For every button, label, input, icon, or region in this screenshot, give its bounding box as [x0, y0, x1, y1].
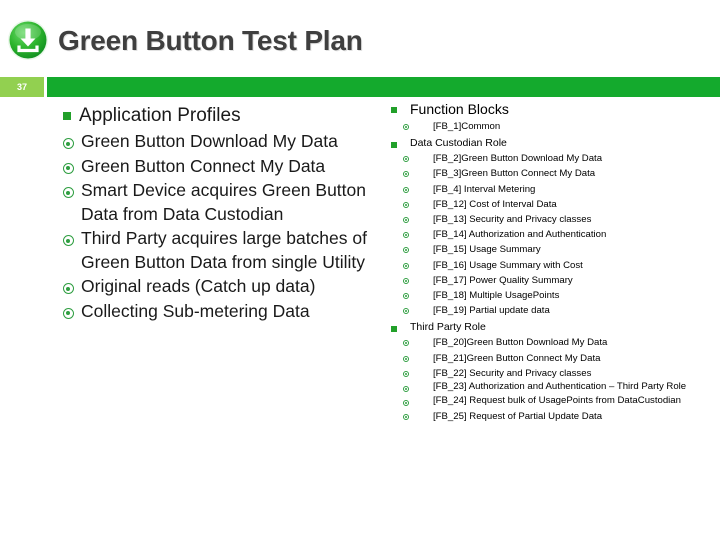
square-bullet-icon [55, 103, 79, 120]
square-bullet-icon [378, 320, 410, 333]
ring-bullet-icon [378, 182, 433, 193]
list-item: [FB_18] Multiple UsagePoints [378, 288, 720, 303]
group-title-label: Third Party Role [410, 321, 486, 334]
ring-bullet-icon [55, 227, 81, 246]
list-item-label: Green Button Connect My Data [81, 155, 326, 176]
slide-header: Green Button Test Plan [0, 0, 720, 77]
square-bullet-icon [378, 100, 410, 113]
ring-bullet-icon [378, 335, 433, 347]
ring-bullet-icon [55, 275, 81, 294]
list-item-label: [FB_17] Power Quality Summary [433, 274, 573, 286]
list-item: Green Button Download My Data [55, 130, 370, 154]
list-item: [FB_16] Usage Summary with Cost [378, 258, 720, 273]
ring-bullet-icon [378, 288, 433, 300]
list-item: Collecting Sub-metering Data [55, 300, 370, 324]
group-title-row: Third Party Role [378, 320, 720, 335]
list-item: Original reads (Catch up data) [55, 275, 370, 299]
right-heading-row: Function Blocks [378, 100, 720, 119]
ring-bullet-icon [55, 130, 81, 149]
list-item-label: [FB_3]Green Button Connect My Data [433, 168, 596, 180]
ring-bullet-icon [378, 303, 433, 315]
list-item-label: [FB_16] Usage Summary with Cost [433, 259, 583, 271]
slide-number: 37 [0, 77, 44, 97]
list-item-label: [FB_1]Common [433, 121, 501, 132]
list-item-label: [FB_15] Usage Summary [433, 244, 541, 256]
list-item-label: [FB_4] Interval Metering [433, 183, 536, 195]
list-item: [FB_2]Green Button Download My Data [378, 151, 720, 166]
ring-bullet-icon [378, 119, 433, 130]
list-item-label: Smart Device acquires Green Button Data … [81, 180, 366, 224]
list-item-label: [FB_23] Authorization and Authentication… [433, 381, 687, 393]
left-heading-label: Application Profiles [79, 105, 241, 126]
list-item: [FB_1]Common [378, 119, 720, 134]
list-item: [FB_4] Interval Metering [378, 182, 720, 197]
group-title-row: Data Custodian Role [378, 136, 720, 151]
list-item-label: [FB_18] Multiple UsagePoints [433, 290, 560, 302]
list-item-label: [FB_14] Authorization and Authentication [433, 229, 607, 241]
square-bullet-icon [378, 136, 410, 149]
page-title: Green Button Test Plan [58, 25, 363, 56]
list-item: Smart Device acquires Green Button Data … [55, 179, 370, 226]
right-heading-label: Function Blocks [410, 101, 509, 117]
list-item-label: [FB_20]Green Button Download My Data [433, 337, 608, 349]
list-item-label: Collecting Sub-metering Data [81, 300, 310, 321]
list-item-label: [FB_24] Request bulk of UsagePoints from… [433, 395, 681, 407]
ring-bullet-icon [378, 212, 433, 224]
function-blocks-section: Function Blocks [FB_1]Common Data Custod… [378, 100, 720, 424]
group-title-label: Data Custodian Role [410, 137, 507, 150]
list-item-label: [FB_19] Partial update data [433, 305, 550, 317]
list-item: [FB_21]Green Button Connect My Data [378, 351, 720, 366]
list-item-label: [FB_22] Security and Privacy classes [433, 367, 592, 379]
ring-bullet-icon [378, 273, 433, 284]
list-item-label: [FB_12] Cost of Interval Data [433, 198, 557, 210]
ring-bullet-icon [378, 166, 433, 178]
ring-bullet-icon [378, 242, 433, 254]
slide-number-bar: 37 [0, 77, 720, 97]
green-button-download-icon [7, 19, 49, 61]
list-item-label: Original reads (Catch up data) [81, 276, 316, 296]
ring-bullet-icon [378, 366, 433, 377]
list-item: [FB_20]Green Button Download My Data [378, 335, 720, 350]
list-item-label: Green Button Download My Data [81, 131, 338, 151]
ring-bullet-icon [55, 300, 81, 319]
list-item: [FB_17] Power Quality Summary [378, 273, 720, 288]
list-item: [FB_15] Usage Summary [378, 242, 720, 257]
application-profiles-section: Application Profiles Green Button Downlo… [55, 103, 370, 324]
list-item-label: [FB_2]Green Button Download My Data [433, 153, 603, 165]
ring-bullet-icon [55, 155, 81, 174]
list-item: [FB_14] Authorization and Authentication [378, 227, 720, 242]
ring-bullet-icon [378, 409, 433, 421]
ring-bullet-icon [378, 151, 433, 163]
list-item-label: [FB_21]Green Button Connect My Data [433, 352, 601, 364]
list-item: [FB_19] Partial update data [378, 303, 720, 318]
list-item: Third Party acquires large batches of Gr… [55, 227, 370, 274]
list-item-label: [FB_13] Security and Privacy classes [433, 214, 592, 226]
left-heading-row: Application Profiles [55, 103, 370, 129]
list-item: [FB_23] Authorization and Authentication… [378, 381, 720, 395]
list-item: [FB_12] Cost of Interval Data [378, 197, 720, 212]
list-item: [FB_3]Green Button Connect My Data [378, 166, 720, 181]
list-item: [FB_25] Request of Partial Update Data [378, 409, 720, 424]
ring-bullet-icon [378, 258, 433, 269]
ring-bullet-icon [378, 395, 433, 407]
list-item: [FB_24] Request bulk of UsagePoints from… [378, 395, 720, 409]
ring-bullet-icon [378, 351, 433, 362]
list-item: [FB_13] Security and Privacy classes [378, 212, 720, 227]
ring-bullet-icon [378, 197, 433, 208]
list-item-label: Third Party acquires large batches of Gr… [81, 228, 367, 272]
list-item: Green Button Connect My Data [55, 155, 370, 179]
ring-bullet-icon [378, 227, 433, 239]
green-divider-bar [47, 77, 720, 97]
ring-bullet-icon [378, 381, 433, 393]
list-item-label: [FB_25] Request of Partial Update Data [433, 411, 603, 423]
list-item: [FB_22] Security and Privacy classes [378, 366, 720, 381]
ring-bullet-icon [55, 179, 81, 198]
